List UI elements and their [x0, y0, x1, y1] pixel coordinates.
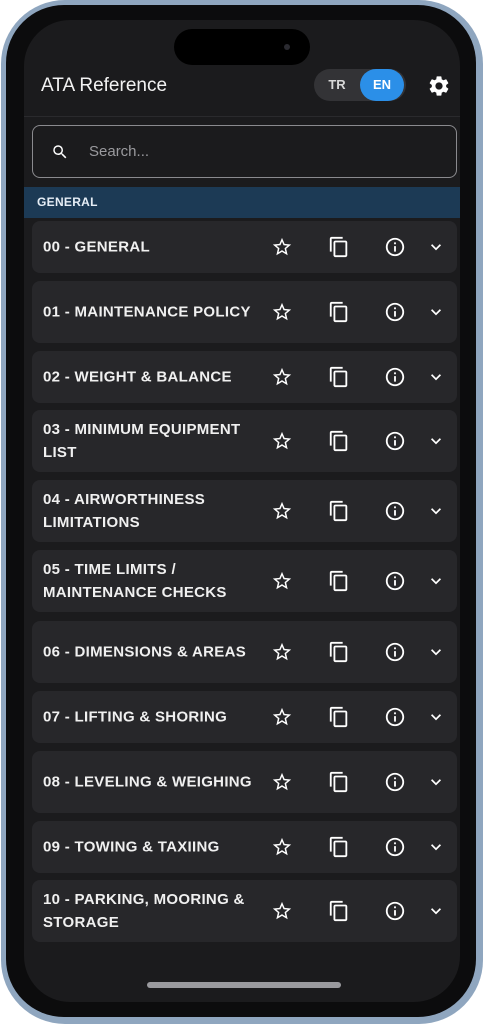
chapter-label: 00 - GENERAL	[43, 238, 150, 256]
search-input[interactable]	[89, 126, 439, 177]
copy-icon[interactable]	[328, 641, 350, 663]
chevron-down-icon[interactable]	[426, 302, 446, 322]
star-icon[interactable]	[271, 430, 293, 452]
chapter-label: 03 - MINIMUM EQUIPMENT LIST	[43, 421, 241, 461]
chapter-label: 01 - MAINTENANCE POLICY	[43, 303, 251, 321]
info-icon[interactable]	[384, 771, 406, 793]
chapter-row[interactable]: 07 - LIFTING & SHORING	[32, 691, 457, 743]
chevron-down-icon[interactable]	[426, 571, 446, 591]
chapter-row[interactable]: 01 - MAINTENANCE POLICY	[32, 281, 457, 343]
copy-icon[interactable]	[328, 236, 350, 258]
chapter-row[interactable]: 02 - WEIGHT & BALANCE	[32, 351, 457, 403]
copy-icon[interactable]	[328, 570, 350, 592]
camera-dot	[284, 44, 290, 50]
star-icon[interactable]	[271, 366, 293, 388]
star-icon[interactable]	[271, 301, 293, 323]
chevron-down-icon[interactable]	[426, 837, 446, 857]
copy-icon[interactable]	[328, 706, 350, 728]
chapter-row[interactable]: 09 - TOWING & TAXIING	[32, 821, 457, 873]
info-icon[interactable]	[384, 301, 406, 323]
copy-icon[interactable]	[328, 500, 350, 522]
app-bar: ATA Reference TR EN	[24, 66, 460, 116]
language-toggle[interactable]: TR EN	[314, 69, 406, 101]
copy-icon[interactable]	[328, 430, 350, 452]
star-icon[interactable]	[271, 771, 293, 793]
star-icon[interactable]	[271, 570, 293, 592]
info-icon[interactable]	[384, 570, 406, 592]
chapter-label: 04 - AIRWORTHINESS LIMITATIONS	[43, 491, 206, 531]
search-icon	[51, 143, 69, 161]
chevron-down-icon[interactable]	[426, 901, 446, 921]
copy-icon[interactable]	[328, 900, 350, 922]
chapter-row[interactable]: 10 - PARKING, MOORING & STORAGE	[32, 880, 457, 942]
chapter-row[interactable]: 08 - LEVELING & WEIGHING	[32, 751, 457, 813]
gear-icon[interactable]	[427, 74, 451, 98]
copy-icon[interactable]	[328, 836, 350, 858]
info-icon[interactable]	[384, 430, 406, 452]
chevron-down-icon[interactable]	[426, 501, 446, 521]
info-icon[interactable]	[384, 366, 406, 388]
app-bar-divider	[24, 116, 460, 117]
chapter-row[interactable]: 05 - TIME LIMITS / MAINTENANCE CHECKS	[32, 550, 457, 612]
chevron-down-icon[interactable]	[426, 237, 446, 257]
chevron-down-icon[interactable]	[426, 642, 446, 662]
chevron-down-icon[interactable]	[426, 772, 446, 792]
chevron-down-icon[interactable]	[426, 367, 446, 387]
app-screen: ATA Reference TR EN GENERAL 00 - GENERAL…	[24, 20, 460, 1002]
copy-icon[interactable]	[328, 771, 350, 793]
star-icon[interactable]	[271, 900, 293, 922]
chapter-label: 08 - LEVELING & WEIGHING	[43, 773, 252, 791]
chapter-row[interactable]: 06 - DIMENSIONS & AREAS	[32, 621, 457, 683]
chapter-label: 05 - TIME LIMITS / MAINTENANCE CHECKS	[43, 561, 227, 601]
info-icon[interactable]	[384, 706, 406, 728]
chapter-label: 10 - PARKING, MOORING & STORAGE	[43, 891, 245, 931]
home-indicator[interactable]	[147, 982, 341, 988]
star-icon[interactable]	[271, 836, 293, 858]
chapter-label: 02 - WEIGHT & BALANCE	[43, 368, 232, 386]
chapter-row[interactable]: 03 - MINIMUM EQUIPMENT LIST	[32, 410, 457, 472]
app-title: ATA Reference	[41, 75, 168, 96]
info-icon[interactable]	[384, 500, 406, 522]
star-icon[interactable]	[271, 706, 293, 728]
search-box[interactable]	[32, 125, 457, 178]
star-icon[interactable]	[271, 641, 293, 663]
chapter-row[interactable]: 00 - GENERAL	[32, 221, 457, 273]
chapter-label: 09 - TOWING & TAXIING	[43, 838, 220, 856]
chapter-label: 07 - LIFTING & SHORING	[43, 708, 228, 726]
chapter-label: 06 - DIMENSIONS & AREAS	[43, 643, 247, 661]
chapter-row[interactable]: 04 - AIRWORTHINESS LIMITATIONS	[32, 480, 457, 542]
star-icon[interactable]	[271, 236, 293, 258]
info-icon[interactable]	[384, 236, 406, 258]
info-icon[interactable]	[384, 836, 406, 858]
section-header-general: GENERAL	[24, 187, 460, 218]
star-icon[interactable]	[271, 500, 293, 522]
copy-icon[interactable]	[328, 301, 350, 323]
chevron-down-icon[interactable]	[426, 431, 446, 451]
copy-icon[interactable]	[328, 366, 350, 388]
language-option-tr[interactable]: TR	[315, 69, 359, 101]
language-option-en[interactable]: EN	[360, 69, 404, 101]
info-icon[interactable]	[384, 900, 406, 922]
dynamic-island	[174, 29, 310, 65]
info-icon[interactable]	[384, 641, 406, 663]
chevron-down-icon[interactable]	[426, 707, 446, 727]
